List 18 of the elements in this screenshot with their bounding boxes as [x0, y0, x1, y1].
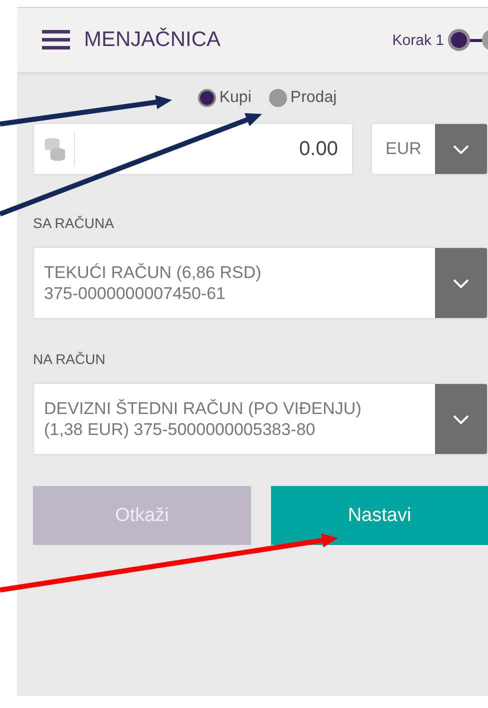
amount-field[interactable]: 0.00 — [33, 123, 353, 175]
menu-icon[interactable] — [42, 30, 70, 50]
continue-button[interactable]: Nastavi — [271, 486, 488, 545]
chevron-down-icon — [453, 414, 469, 424]
screen-title: MENJAČNICA — [84, 28, 221, 52]
amount-value: 0.00 — [299, 138, 338, 160]
field-label: SA RAČUNA — [33, 215, 115, 231]
currency-dropdown[interactable]: EUR — [371, 123, 488, 175]
field-label: NA RAČUN — [33, 351, 106, 367]
chevron-down-icon — [453, 144, 469, 154]
step-connector — [470, 38, 482, 42]
account-dropdown[interactable]: DEVIZNI ŠTEDNI RAČUN (PO VIĐENJU) (1,38 EUR) 375-5000000005383-80 — [33, 383, 488, 455]
chevron-down-icon — [453, 278, 469, 288]
account-dropdown[interactable]: TEKUĆI RAČUN (6,86 RSD) 375-0000000007450-61 — [33, 247, 488, 319]
radio-option[interactable]: Kupi — [198, 89, 252, 107]
coins-icon — [44, 137, 66, 161]
radio-option[interactable]: Prodaj — [269, 89, 337, 107]
step-label: Korak 1 — [392, 32, 444, 48]
